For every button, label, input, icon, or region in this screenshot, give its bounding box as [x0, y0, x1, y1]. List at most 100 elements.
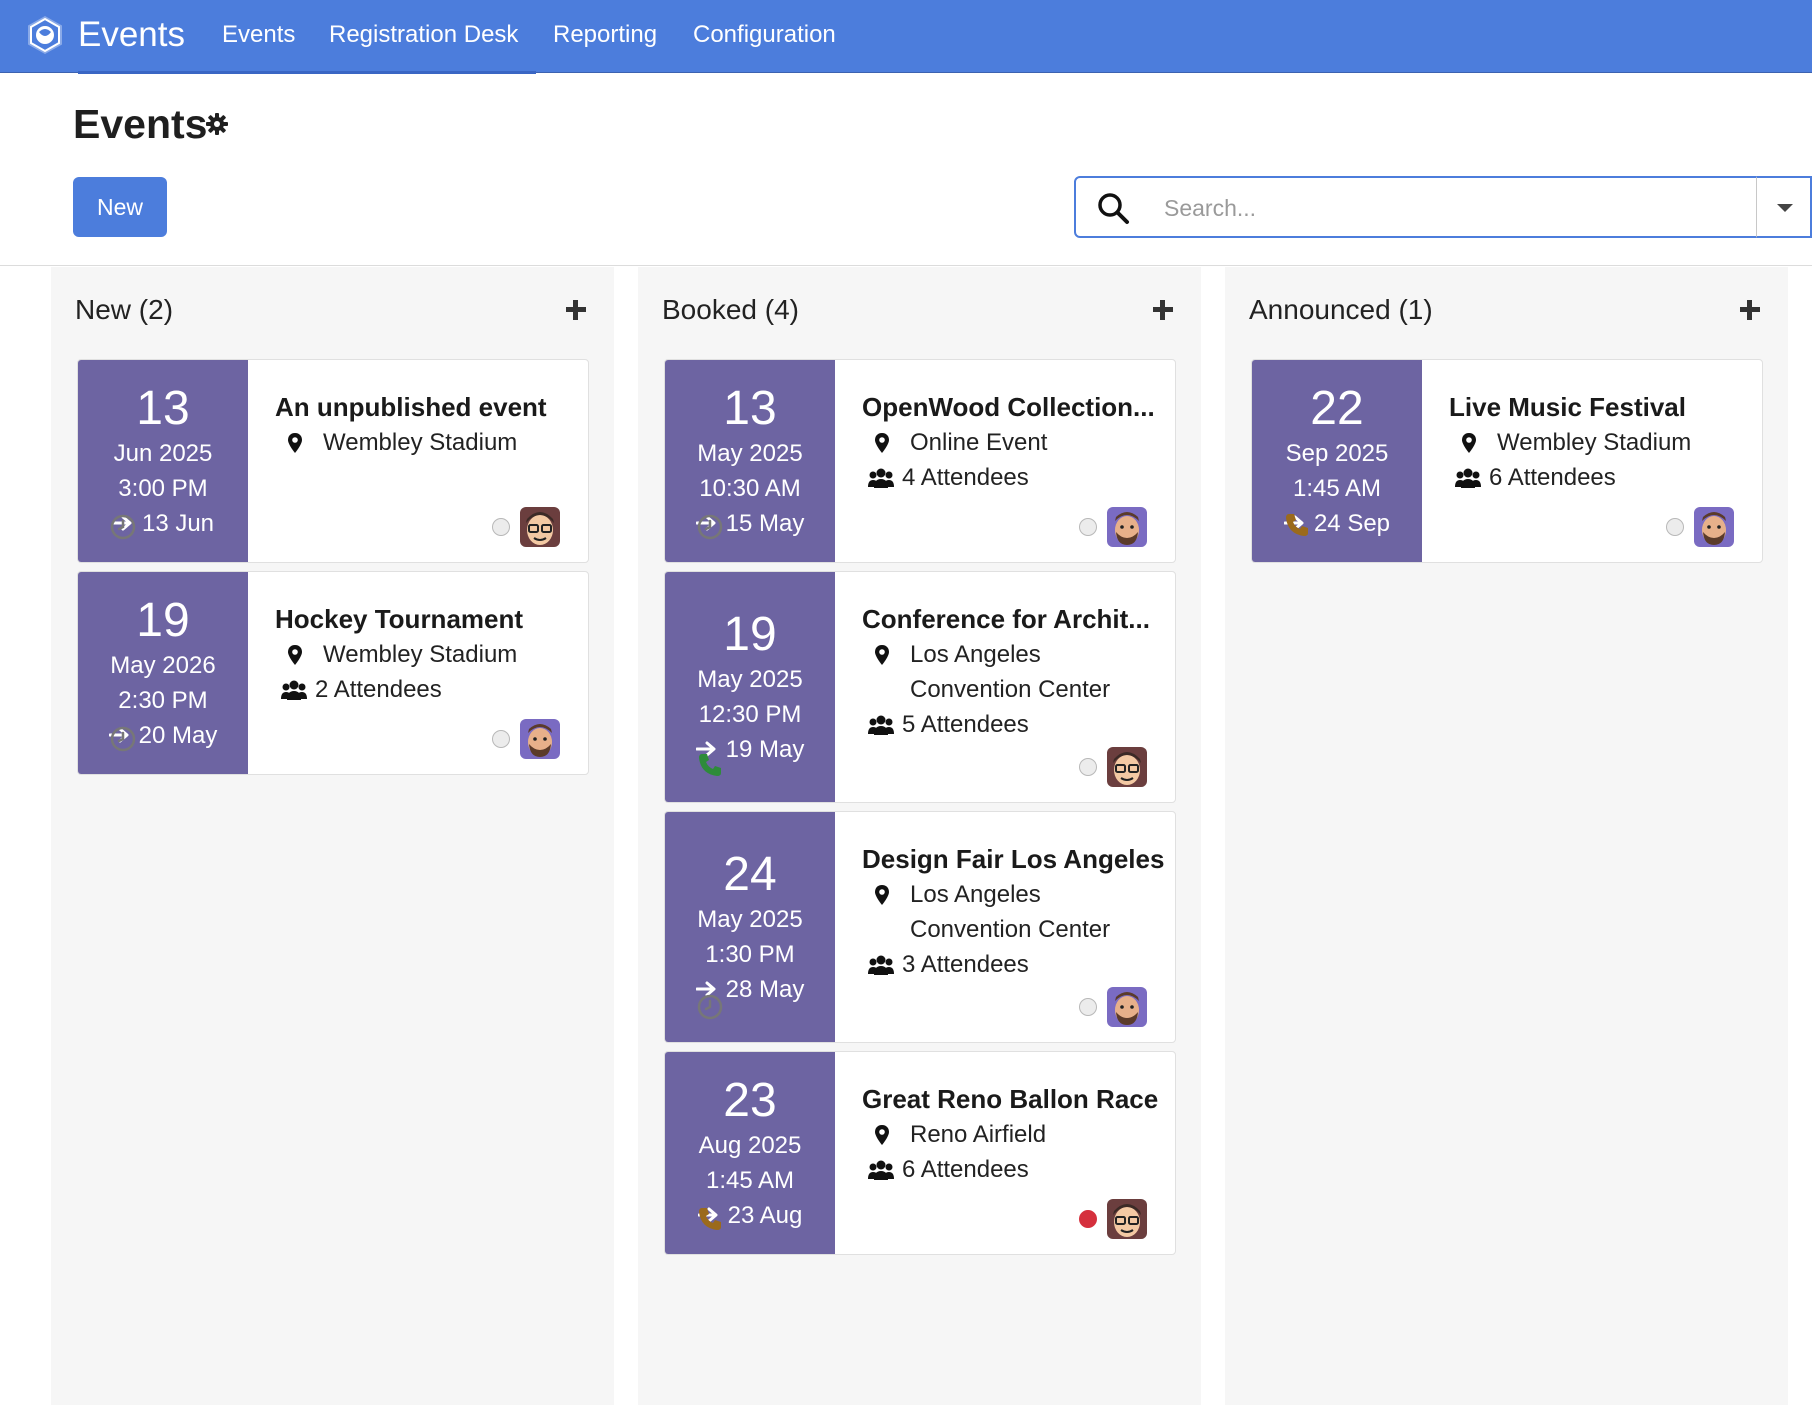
kanban-state-indicator[interactable] — [1079, 758, 1097, 776]
event-month-year: May 2025 — [697, 439, 803, 467]
users-icon — [868, 468, 894, 488]
user-avatar[interactable] — [1107, 987, 1147, 1027]
event-location-text: Los Angeles — [910, 881, 1041, 908]
clock-icon[interactable] — [697, 994, 723, 1020]
clock-icon[interactable] — [110, 514, 136, 540]
event-attendees-text: 2 Attendees — [315, 676, 442, 703]
event-location-text: Wembley Stadium — [323, 429, 518, 456]
column-title[interactable]: Announced (1) — [1249, 293, 1433, 327]
kanban-state-indicator[interactable] — [1079, 518, 1097, 536]
event-day: 19 — [136, 593, 190, 647]
event-month-year: Jun 2025 — [113, 439, 213, 467]
event-end-label: 15 May — [725, 509, 805, 537]
event-location-text: Convention Center — [910, 916, 1111, 943]
event-end-label: 20 May — [138, 721, 218, 749]
event-location-text: Los Angeles — [910, 641, 1041, 668]
kanban-state-indicator[interactable] — [1079, 1210, 1097, 1228]
kanban-state-indicator[interactable] — [492, 730, 510, 748]
search-box[interactable] — [1074, 176, 1758, 238]
event-card[interactable]: 19 May 2025 12:30 PM 19 May Conference f… — [664, 571, 1176, 803]
kanban-state-indicator[interactable] — [1079, 998, 1097, 1016]
kanban-state-indicator[interactable] — [1666, 518, 1684, 536]
page-title: Events — [73, 101, 208, 147]
column-title[interactable]: Booked (4) — [662, 293, 799, 327]
events-app-logo-icon[interactable] — [24, 14, 66, 56]
event-card[interactable]: 13 Jun 2025 3:00 PM 13 Jun An unpublishe… — [77, 359, 589, 563]
map-marker-icon — [875, 645, 889, 665]
event-time: 1:45 AM — [1292, 474, 1382, 502]
users-icon — [1455, 468, 1481, 488]
menu-events[interactable]: Events — [222, 20, 295, 50]
map-marker-icon — [1462, 433, 1476, 453]
map-marker-icon — [875, 885, 889, 905]
event-date-panel: 13 Jun 2025 3:00 PM 13 Jun — [78, 360, 248, 562]
event-card[interactable]: 22 Sep 2025 1:45 AM 24 Sep Live Music Fe… — [1251, 359, 1763, 563]
event-month-year: May 2026 — [110, 651, 216, 679]
app-name[interactable]: Events — [78, 14, 185, 56]
clock-icon[interactable] — [110, 726, 136, 752]
gear-icon[interactable] — [206, 113, 228, 135]
column-quick-create-icon[interactable] — [1737, 297, 1763, 323]
column-title[interactable]: New (2) — [75, 293, 173, 327]
menu-reporting[interactable]: Reporting — [553, 20, 657, 50]
event-date-panel: 19 May 2025 12:30 PM 19 May — [665, 572, 835, 802]
users-icon — [868, 955, 894, 975]
event-date-panel: 19 May 2026 2:30 PM 20 May — [78, 572, 248, 774]
search-icon — [1098, 193, 1129, 224]
clock-icon[interactable] — [697, 514, 723, 540]
event-month-year: Sep 2025 — [1285, 439, 1389, 467]
menu-configuration[interactable]: Configuration — [693, 20, 836, 50]
event-day: 19 — [723, 607, 777, 661]
column-quick-create-icon[interactable] — [563, 297, 589, 323]
control-panel-divider — [0, 265, 1812, 266]
event-location-text: Online Event — [910, 429, 1048, 456]
event-end-label: 24 Sep — [1313, 509, 1391, 537]
event-card[interactable]: 19 May 2026 2:30 PM 20 May Hockey Tourna… — [77, 571, 589, 775]
event-day: 13 — [723, 381, 777, 435]
event-end-label: 23 Aug — [727, 1201, 803, 1229]
event-title: Conference for Archit... — [862, 604, 1150, 634]
menu-registration-desk[interactable]: Registration Desk — [329, 20, 518, 50]
event-end-label: 13 Jun — [141, 509, 215, 537]
event-attendees-text: 4 Attendees — [902, 464, 1029, 491]
event-month-year: Aug 2025 — [698, 1131, 802, 1159]
event-day: 22 — [1310, 381, 1364, 435]
user-avatar[interactable] — [1107, 507, 1147, 547]
active-menu-indicator — [78, 71, 536, 74]
event-title: Hockey Tournament — [275, 604, 524, 634]
event-attendees-text: 6 Attendees — [1489, 464, 1616, 491]
event-title: Design Fair Los Angeles — [862, 844, 1165, 874]
user-avatar[interactable] — [520, 507, 560, 547]
event-end-label: 19 May — [725, 735, 805, 763]
map-marker-icon — [875, 433, 889, 453]
event-card[interactable]: 23 Aug 2025 1:45 AM 23 Aug Great Reno Ba… — [664, 1051, 1176, 1255]
event-location-text: Wembley Stadium — [1497, 429, 1692, 456]
column-quick-create-icon[interactable] — [1150, 297, 1176, 323]
user-avatar[interactable] — [520, 719, 560, 759]
caret-down-icon — [1777, 204, 1793, 212]
event-card[interactable]: 13 May 2025 10:30 AM 15 May OpenWood Col… — [664, 359, 1176, 563]
user-avatar[interactable] — [1107, 1199, 1147, 1239]
event-location-text: Reno Airfield — [910, 1121, 1047, 1148]
event-title: Live Music Festival — [1449, 392, 1686, 422]
event-time: 1:45 AM — [705, 1166, 795, 1194]
event-date-panel: 13 May 2025 10:30 AM 15 May — [665, 360, 835, 562]
new-button[interactable]: New — [73, 177, 167, 237]
user-avatar[interactable] — [1107, 747, 1147, 787]
map-marker-icon — [288, 645, 302, 665]
search-options-toggle[interactable] — [1756, 176, 1812, 238]
event-title: An unpublished event — [275, 392, 547, 422]
event-day: 13 — [136, 381, 190, 435]
user-avatar[interactable] — [1694, 507, 1734, 547]
event-date-panel: 23 Aug 2025 1:45 AM 23 Aug — [665, 1052, 835, 1254]
phone-icon[interactable] — [697, 1206, 723, 1232]
kanban-state-indicator[interactable] — [492, 518, 510, 536]
event-day: 24 — [723, 847, 777, 901]
search-input[interactable] — [1164, 190, 1734, 226]
phone-icon[interactable] — [1284, 512, 1310, 538]
users-icon — [868, 715, 894, 735]
map-marker-icon — [288, 433, 302, 453]
event-card[interactable]: 24 May 2025 1:30 PM 28 May Design Fair L… — [664, 811, 1176, 1043]
phone-icon[interactable] — [697, 752, 723, 778]
event-month-year: May 2025 — [697, 665, 803, 693]
